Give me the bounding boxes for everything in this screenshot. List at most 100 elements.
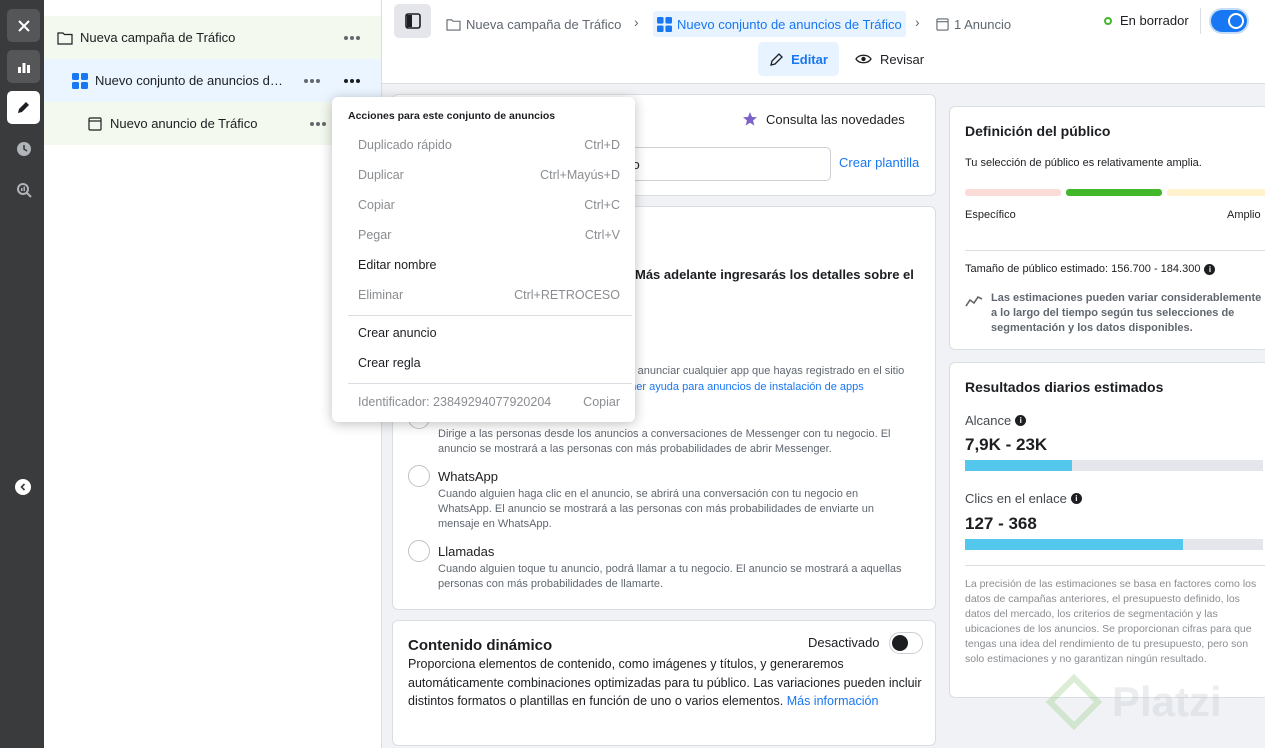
menu-item-shortcut: Ctrl+D bbox=[584, 138, 620, 152]
menu-paste[interactable]: Pegar Ctrl+V bbox=[358, 225, 620, 245]
whatsapp-radio[interactable] bbox=[408, 465, 430, 487]
info-icon[interactable]: i bbox=[1015, 415, 1027, 426]
clicks-label: Clics en el enlace bbox=[965, 491, 1067, 506]
edit-label: Editar bbox=[791, 51, 828, 67]
publish-toggle[interactable] bbox=[1211, 10, 1247, 32]
ad-more-icon[interactable] bbox=[310, 121, 326, 126]
results-card: Resultados diarios estimados Alcance i 7… bbox=[949, 362, 1265, 698]
crumb-ad[interactable]: 1 Anuncio bbox=[936, 11, 1011, 37]
clock-icon[interactable] bbox=[7, 132, 40, 165]
menu-delete[interactable]: Eliminar Ctrl+RETROCESO bbox=[358, 285, 620, 305]
edit-button[interactable]: Editar bbox=[758, 42, 839, 76]
menu-create-ad[interactable]: Crear anuncio bbox=[358, 323, 620, 343]
pencil-icon[interactable] bbox=[7, 91, 40, 124]
messenger-desc: Dirige a las personas desde los anuncios… bbox=[438, 428, 891, 455]
menu-copy[interactable]: Copiar Ctrl+C bbox=[358, 195, 620, 215]
info-icon[interactable]: i bbox=[1204, 263, 1216, 275]
chevron-right-icon: › bbox=[634, 14, 639, 30]
crumb-campaign-label: Nueva campaña de Tráfico bbox=[466, 16, 622, 32]
zoom-chart-icon[interactable] bbox=[7, 173, 40, 206]
audience-gauge-specific bbox=[965, 189, 1061, 196]
tree-campaign-label: Nueva campaña de Tráfico bbox=[80, 30, 236, 45]
dynamic-content-card: Contenido dinámico Desactivado Proporcio… bbox=[392, 620, 936, 746]
reach-bar-fill bbox=[965, 460, 1073, 471]
menu-copy-id-button[interactable]: Copiar bbox=[583, 395, 620, 409]
watermark-text: Platzi bbox=[1112, 678, 1222, 725]
results-note: La precisión de las estimaciones se basa… bbox=[965, 578, 1257, 665]
reach-bar bbox=[965, 460, 1263, 471]
menu-item-shortcut: Ctrl+Mayús+D bbox=[540, 168, 620, 182]
folder-icon bbox=[57, 31, 73, 45]
dynamic-status: Desactivado bbox=[808, 635, 880, 650]
whatsapp-desc: Cuando alguien haga clic en el anuncio, … bbox=[438, 488, 874, 530]
menu-item-label: Copiar bbox=[358, 198, 395, 212]
audience-title: Definición del público bbox=[965, 123, 1111, 139]
grid-icon bbox=[657, 16, 672, 32]
template-name-input[interactable]: co bbox=[613, 147, 831, 181]
eye-icon bbox=[855, 54, 872, 64]
close-icon[interactable] bbox=[7, 9, 40, 42]
app-help-link[interactable]: ener ayuda para anuncios de instalación … bbox=[624, 381, 864, 393]
tree-ad-label: Nuevo anuncio de Tráfico bbox=[110, 116, 258, 131]
menu-duplicate[interactable]: Duplicar Ctrl+Mayús+D bbox=[358, 165, 620, 185]
menu-divider bbox=[348, 383, 632, 384]
grid-icon bbox=[72, 72, 88, 89]
create-template-link[interactable]: Crear plantilla bbox=[839, 155, 919, 170]
news-link[interactable]: Consulta las novedades bbox=[742, 111, 905, 127]
ad-icon bbox=[88, 116, 102, 131]
menu-item-label: Crear anuncio bbox=[358, 326, 437, 340]
menu-item-shortcut: Ctrl+RETROCESO bbox=[514, 288, 620, 302]
tree-item-campaign[interactable]: Nueva campaña de Tráfico bbox=[44, 16, 381, 59]
divider bbox=[965, 250, 1265, 251]
chevron-left-icon[interactable] bbox=[15, 479, 31, 495]
clicks-label-row: Clics en el enlace i bbox=[965, 491, 1082, 506]
tree-item-ad[interactable]: Nuevo anuncio de Tráfico bbox=[44, 102, 381, 145]
audience-gauge-broad bbox=[1167, 189, 1265, 196]
calls-radio[interactable] bbox=[408, 540, 430, 562]
menu-identifier-row: Identificador: 23849294077920204 Copiar bbox=[358, 392, 620, 412]
platzi-logo-icon bbox=[1046, 674, 1102, 730]
menu-identifier: Identificador: 23849294077920204 bbox=[358, 395, 552, 409]
crumb-adset[interactable]: Nuevo conjunto de anuncios de Tráfico bbox=[653, 11, 906, 37]
menu-quick-duplicate[interactable]: Duplicado rápido Ctrl+D bbox=[358, 135, 620, 155]
dynamic-more-link[interactable]: Más información bbox=[787, 694, 879, 708]
menu-edit-name[interactable]: Editar nombre bbox=[358, 255, 620, 275]
audience-note: Las estimaciones pueden variar considera… bbox=[991, 292, 1262, 334]
tree-item-adset[interactable]: Nuevo conjunto de anuncios de Tráfico bbox=[44, 59, 381, 102]
trend-icon bbox=[965, 295, 983, 307]
menu-item-label: Pegar bbox=[358, 228, 392, 242]
divider bbox=[965, 565, 1265, 566]
detail-text: Más adelante ingresarás los detalles sob… bbox=[635, 267, 914, 282]
clicks-bar-fill bbox=[965, 539, 1183, 550]
dynamic-toggle[interactable] bbox=[889, 632, 923, 654]
specific-label: Específico bbox=[965, 209, 1016, 221]
broad-label: Amplio bbox=[1227, 209, 1261, 221]
info-icon[interactable]: i bbox=[1070, 493, 1082, 504]
adset-more-icon[interactable] bbox=[304, 78, 320, 83]
menu-item-label: Eliminar bbox=[358, 288, 404, 302]
menu-create-rule[interactable]: Crear regla bbox=[358, 353, 620, 373]
reach-label: Alcance bbox=[965, 413, 1012, 428]
review-label: Revisar bbox=[880, 51, 925, 67]
results-title: Resultados diarios estimados bbox=[965, 379, 1164, 395]
bar-chart-icon[interactable] bbox=[7, 50, 40, 83]
app-text: es anunciar cualquier app que hayas regi… bbox=[623, 365, 905, 377]
crumb-ad-label: 1 Anuncio bbox=[954, 16, 1012, 32]
adset-actions-icon[interactable] bbox=[344, 78, 360, 83]
review-button[interactable]: Revisar bbox=[855, 42, 924, 76]
audience-subtitle: Tu selección de público es relativamente… bbox=[965, 157, 1202, 169]
adset-actions-menu: Acciones para este conjunto de anuncios … bbox=[332, 97, 635, 422]
crumb-campaign[interactable]: Nueva campaña de Tráfico bbox=[446, 11, 621, 37]
dynamic-desc: Proporciona elementos de contenido, como… bbox=[408, 655, 922, 711]
audience-size: Tamaño de público estimado: 156.700 - 18… bbox=[965, 263, 1216, 275]
menu-item-label: Crear regla bbox=[358, 356, 421, 370]
toggle-panel-icon[interactable] bbox=[394, 4, 431, 38]
news-label: Consulta las novedades bbox=[766, 111, 905, 127]
audience-gauge-mid bbox=[1066, 189, 1162, 196]
calls-title: Llamadas bbox=[438, 544, 495, 559]
campaign-more-icon[interactable] bbox=[344, 35, 360, 40]
tree-adset-label: Nuevo conjunto de anuncios de Tráfico bbox=[95, 73, 290, 88]
calls-desc: Cuando alguien toque tu anuncio, podrá l… bbox=[438, 563, 902, 590]
folder-icon bbox=[446, 18, 461, 31]
divider bbox=[1200, 8, 1201, 34]
